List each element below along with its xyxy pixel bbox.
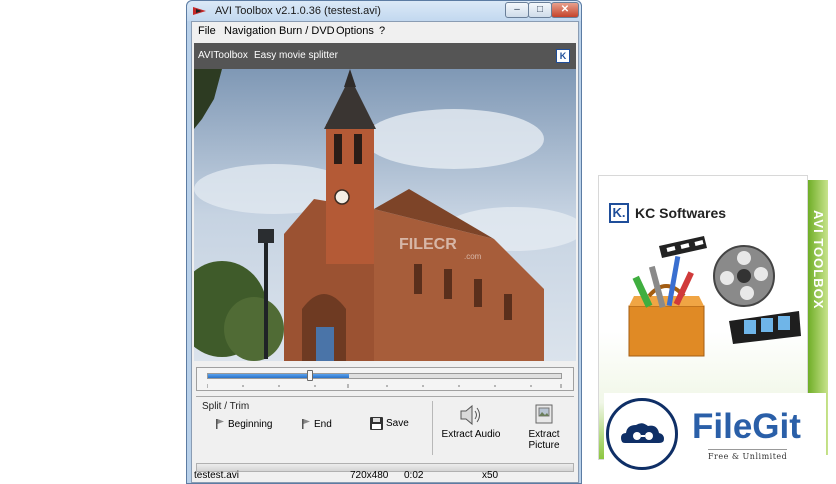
extract-audio-button[interactable]: Extract Audio — [441, 403, 501, 440]
status-resolution: 720x480 — [350, 470, 389, 481]
cloud-icon — [621, 423, 664, 443]
save-label: Save — [386, 418, 409, 430]
picture-icon — [535, 404, 553, 424]
group-divider — [432, 401, 433, 455]
save-button[interactable]: Save — [370, 417, 409, 430]
app-window: AVI Toolbox v2.1.0.36 (testest.avi) – □ … — [186, 0, 582, 484]
beginning-button[interactable]: Beginning — [216, 419, 272, 430]
speaker-icon — [460, 404, 480, 426]
status-file: testest.avi — [194, 470, 240, 481]
title-bar[interactable]: AVI Toolbox v2.1.0.36 (testest.avi) – □ … — [187, 1, 581, 21]
seek-thumb[interactable] — [306, 370, 313, 381]
status-time: 0:02 — [404, 470, 424, 481]
filegit-circle-icon — [606, 398, 678, 470]
split-trim-label: Split / Trim — [202, 401, 250, 412]
menu-file[interactable]: File — [198, 25, 216, 37]
client-area: File Navigation Burn / DVD Options ? AVI… — [191, 21, 579, 483]
box-side-title: AVI TOOLBOX — [811, 210, 826, 310]
filegit-name: FileGit — [692, 407, 801, 446]
end-button[interactable]: End — [302, 419, 332, 430]
banner-app-name: AVIToolbox — [198, 50, 248, 61]
menu-help[interactable]: ? — [379, 25, 385, 37]
close-button[interactable]: ✕ — [551, 2, 579, 18]
split-trim-group: Split / Trim Beginning End Save Extract … — [196, 396, 574, 458]
video-watermark-sub: .com — [464, 252, 482, 261]
app-logo-icon — [193, 7, 206, 15]
seek-selection-fill — [208, 374, 350, 378]
kc-brand-logo: K. — [609, 203, 629, 223]
video-preview[interactable]: FILECR .com — [194, 69, 576, 361]
banner-tagline: Easy movie splitter — [254, 50, 338, 61]
church-frame: FILECR .com — [194, 69, 576, 361]
end-label: End — [314, 419, 332, 430]
menu-options[interactable]: Options — [336, 25, 374, 37]
flag-end-icon — [302, 419, 310, 430]
extract-picture-label: Extract Picture — [528, 429, 560, 451]
menu-bar: File Navigation Burn / DVD Options ? — [192, 22, 578, 39]
filegit-tagline: Free & Unlimited — [708, 449, 788, 461]
brand-name: KC Softwares — [635, 205, 727, 221]
status-speed: x50 — [482, 470, 499, 481]
menu-navigation[interactable]: Navigation — [224, 25, 276, 37]
window-title: AVI Toolbox v2.1.0.36 (testest.avi) — [215, 5, 381, 17]
kc-logo-icon[interactable]: K — [556, 49, 570, 63]
toolbox-artwork — [628, 236, 801, 357]
filegit-logo: FileGit Free & Unlimited — [604, 393, 826, 473]
status-bar: testest.avi 720x480 0:02 x50 — [192, 469, 578, 483]
app-banner: AVIToolbox Easy movie splitter K — [194, 43, 576, 69]
maximize-button[interactable]: □ — [528, 2, 552, 18]
seek-bar[interactable] — [196, 367, 574, 391]
extract-audio-label: Extract Audio — [441, 429, 501, 440]
flag-start-icon — [216, 419, 224, 430]
video-watermark: FILECR — [399, 236, 457, 253]
seek-ticks — [207, 384, 562, 388]
beginning-label: Beginning — [228, 419, 273, 430]
extract-picture-button[interactable]: Extract Picture — [513, 403, 575, 451]
seek-track[interactable] — [207, 373, 562, 379]
floppy-disk-icon — [370, 417, 383, 430]
menu-burn-dvd[interactable]: Burn / DVD — [279, 25, 335, 37]
minimize-button[interactable]: – — [505, 2, 529, 18]
